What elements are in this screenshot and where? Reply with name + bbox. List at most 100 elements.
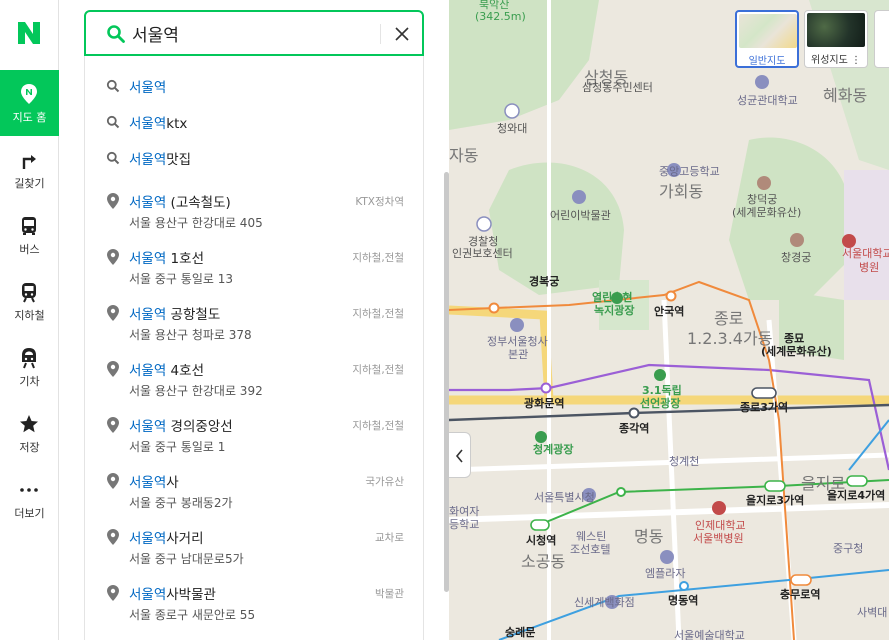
place-suggestion[interactable]: 서울역사박물관 서울 종로구 새문안로 55 박물관 [85,580,423,636]
map-label: 창경궁 [781,251,812,264]
nav-item-train[interactable]: 기차 [0,334,59,400]
map-canvas[interactable]: 북악산 (342.5m) 삼청동 삼청동주민센터 성균관대학교 혜화동 청와대 … [449,0,889,640]
keyword-suggestion[interactable]: 서울역ktx [85,104,423,140]
place-suggestion[interactable]: 서울역사 서울 중구 봉래동2가 국가유산 [85,468,423,524]
search-icon [106,115,120,129]
place-rest: (고속철도) [166,195,231,211]
place-name: 서울역 1호선 [129,247,204,267]
place-address: 서울 중구 남대문로5가 [129,552,244,566]
map-type-normal-button[interactable]: 일반지도 [735,10,799,68]
map-label: 서울예술대학교 [674,629,745,640]
map-label: 서울백병원 [693,532,744,545]
map-label-district: 혜화동 [823,86,868,105]
app: 지도 홈 길찾기 버스 지하철 기차 저장 더보기 서울역 서울역 서울역ktx… [0,0,889,640]
place-category: 지하철,전철 [352,252,404,264]
nav-label: 지도 홈 [12,111,47,124]
map-label: 중구청 [833,542,864,555]
map-label-district: 1.2.3.4가동 [687,329,773,348]
place-address: 서울 용산구 청파로 378 [129,328,252,342]
map-label-district: 가회동 [659,182,704,201]
nav-item-subway[interactable]: 지하철 [0,268,59,334]
map-label: 조선호텔 [570,543,611,556]
place-category: 지하철,전철 [352,308,404,320]
keyword-text: 서울역 [129,76,166,96]
map-home-icon [21,84,37,104]
train-icon [22,348,36,369]
map-label: 엠플라자 [645,567,686,580]
map-label: (세계문화유산) [732,206,802,219]
place-match: 서울역 [129,307,167,323]
map-label: 을지로3가역 [746,494,805,507]
nav-label: 기차 [19,375,40,388]
bus-icon [22,217,36,235]
keyword-rest: ktx [166,116,188,132]
map-type-label: 위성지도 ⋮ [811,55,861,66]
place-suggestion[interactable]: 서울역 1호선 서울 중구 통일로 13 지하철,전철 [85,244,423,300]
place-category: 지하철,전철 [352,364,404,376]
nav-item-bus[interactable]: 버스 [0,202,59,268]
search-icon [107,25,125,43]
place-suggestion[interactable]: 서울역 공항철도 서울 용산구 청파로 378 지하철,전철 [85,300,423,356]
location-pin-icon [107,585,119,601]
place-rest: 4호선 [166,363,204,379]
collapse-panel-button[interactable] [449,432,471,478]
map-label: 을지로4가역 [827,489,886,502]
star-icon [20,415,38,433]
clear-search-button[interactable] [391,23,413,45]
place-rest: 경의중앙선 [166,419,233,435]
nav-label: 지하철 [14,309,45,322]
satellite-map-thumbnail [807,13,865,47]
place-category: 국가유산 [365,476,404,488]
nav-label: 길찾기 [14,177,45,190]
nav-item-more[interactable]: 더보기 [0,466,59,532]
map-type-satellite-button[interactable]: 위성지도 ⋮ [804,10,868,68]
map-label: 본관 [508,348,529,361]
map-label: 광화문역 [524,397,565,410]
location-pin-icon [107,529,119,545]
place-rest: 1호선 [166,251,204,267]
map-label: 중앙고등학교 [659,165,720,178]
place-category: 박물관 [375,588,404,600]
place-name: 서울역사 [129,471,179,491]
location-pin-icon [107,193,119,209]
place-match: 서울역 [129,195,167,211]
place-match: 서울역 [129,531,167,547]
naver-logo[interactable] [14,18,44,48]
map-label: 청와대 [497,122,528,135]
map-label: 서울특별시청 [534,491,595,504]
map-label: 삼청동주민센터 [582,81,653,94]
place-name: 서울역사거리 [129,527,204,547]
map-label: 종로3가역 [740,401,789,414]
nav-item-map-home[interactable]: 지도 홈 [0,70,59,136]
place-suggestion[interactable]: 서울역 4호선 서울 용산구 한강대로 392 지하철,전철 [85,356,423,412]
map-label-district: 소공동 [521,552,566,571]
place-category: 지하철,전철 [352,420,404,432]
map-label: (세계문화유산) [761,345,832,358]
place-suggestion[interactable]: 서울역사거리 서울 중구 남대문로5가 교차로 [85,524,423,580]
search-input[interactable] [132,19,372,47]
keyword-text: 서울역ktx [129,112,187,132]
location-pin-icon [107,361,119,377]
map-type-more-button[interactable] [874,10,889,68]
place-suggestion[interactable]: 서울역 경의중앙선 서울 중구 통일로 1 지하철,전철 [85,412,423,468]
subway-icon [22,283,36,303]
place-suggestion[interactable]: 서울역 (고속철도) 서울 용산구 한강대로 405 KTX정차역 [85,188,423,244]
place-match: 서울역 [129,251,167,267]
chevron-left-icon [455,449,463,463]
map-label: 신세계백화점 [574,596,635,609]
nav-item-saved[interactable]: 저장 [0,400,59,466]
nav-label: 더보기 [14,507,45,520]
map-type-label: 일반지도 [748,56,786,67]
nav-item-directions[interactable]: 길찾기 [0,136,59,202]
keyword-suggestion[interactable]: 서울역맛집 [85,140,423,176]
place-address: 서울 용산구 한강대로 405 [129,216,263,230]
search-icon [106,79,120,93]
place-match: 서울역 [129,475,167,491]
place-rest: 사 [166,475,179,491]
place-name: 서울역 (고속철도) [129,191,231,211]
map-label: 성균관대학교 [737,94,798,107]
keyword-suggestion[interactable]: 서울역 [85,68,423,104]
map-label: 숭례문 [505,626,536,639]
location-pin-icon [107,249,119,265]
map-label: 등학교 [449,518,480,531]
